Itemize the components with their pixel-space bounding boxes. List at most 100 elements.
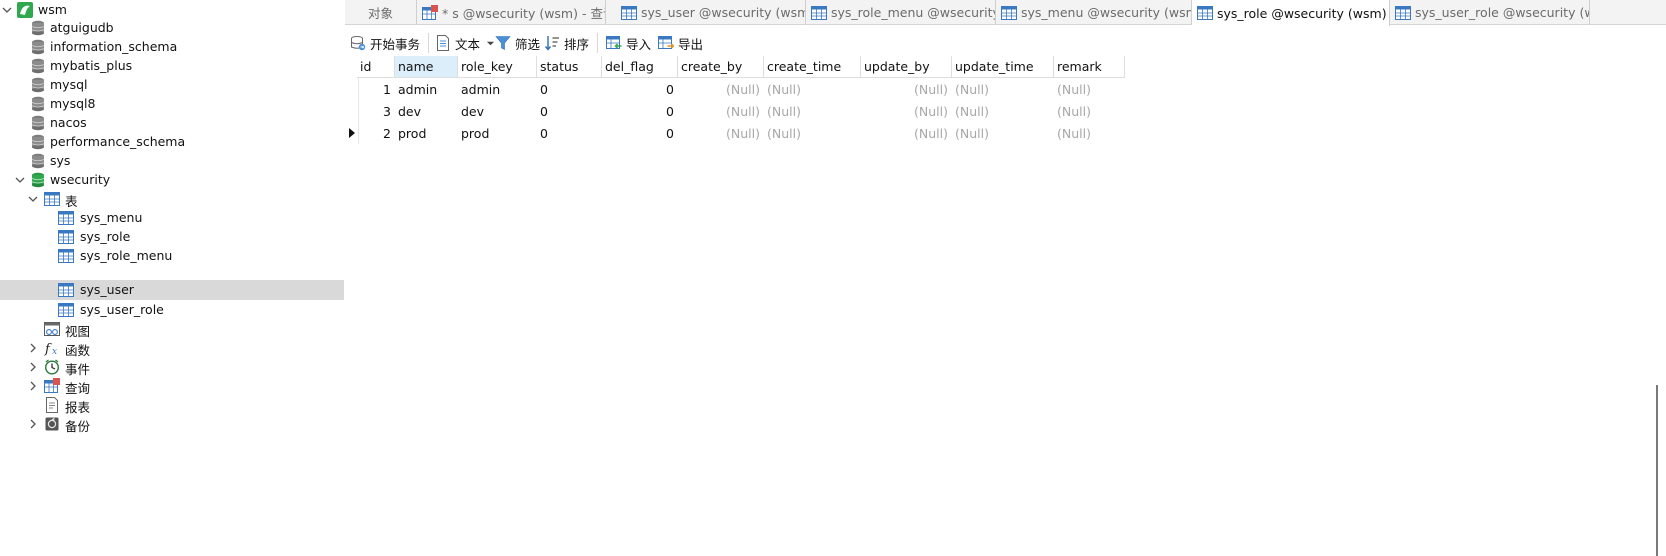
cell-id[interactable]: 1 [357, 78, 395, 100]
cell-status[interactable]: 0 [540, 100, 602, 122]
cell-update-time[interactable]: (Null) [955, 100, 1054, 122]
vertical-scrollbar[interactable] [1656, 385, 1658, 556]
cell-update-time[interactable]: (Null) [955, 122, 1054, 144]
tree-table-sys-role[interactable]: sys_role [0, 227, 344, 247]
chevron-down-icon[interactable] [28, 194, 38, 204]
cell-create-by[interactable]: (Null) [678, 78, 764, 100]
cell-remark[interactable]: (Null) [1057, 100, 1125, 122]
tree-db-mybatis-plus[interactable]: mybatis_plus [0, 56, 344, 76]
column-header-update-by[interactable]: update_by [861, 56, 952, 78]
cell-create-by[interactable]: (Null) [678, 122, 764, 144]
tree-db-performance-schema[interactable]: performance_schema [0, 132, 344, 152]
data-grid: id name role_key status del_flag create_… [345, 56, 1666, 556]
column-header-remark[interactable]: remark [1054, 56, 1125, 78]
column-header-role-key[interactable]: role_key [458, 56, 537, 78]
tree-table-sys-role-menu[interactable]: sys_role_menu [0, 246, 344, 266]
tree-table-sys-menu[interactable]: sys_menu [0, 208, 344, 228]
table-row[interactable]: 2 prod prod 0 0 (Null) (Null) (Null) (Nu… [345, 122, 1545, 144]
tab-sys-user-role[interactable]: sys_user_role @wsecurity (w... [1390, 0, 1590, 25]
tab-sys-user[interactable]: sys_user @wsecurity (wsm) ... [616, 0, 806, 25]
tree-folder-events[interactable]: 事件 [0, 357, 344, 377]
text-view-button[interactable]: 文本 [435, 31, 499, 55]
tree-label: sys_role_menu [80, 248, 173, 263]
tree-db-mysql8[interactable]: mysql8 [0, 94, 344, 114]
cell-status[interactable]: 0 [540, 122, 602, 144]
cell-del-flag[interactable]: 0 [602, 100, 678, 122]
column-header-create-time[interactable]: create_time [764, 56, 861, 78]
table-row[interactable]: 1 admin admin 0 0 (Null) (Null) (Null) (… [345, 78, 1545, 100]
object-tree: wsm atguigudb information_schema mybatis… [0, 0, 344, 556]
chevron-right-icon[interactable] [28, 419, 38, 429]
cell-update-by[interactable]: (Null) [861, 78, 952, 100]
import-button[interactable]: 导入 [606, 31, 651, 55]
tree-folder-queries[interactable]: 查询 [0, 376, 344, 396]
tab-objects[interactable]: 对象 [345, 0, 417, 25]
cell-del-flag[interactable]: 0 [602, 122, 678, 144]
tree-folder-functions[interactable]: fx 函数 [0, 338, 344, 358]
tree-db-wsecurity[interactable]: wsecurity [0, 170, 344, 190]
cell-create-time[interactable]: (Null) [767, 122, 861, 144]
cell-del-flag[interactable]: 0 [602, 78, 678, 100]
export-button[interactable]: 导出 [658, 31, 703, 55]
tree-label: sys_role [80, 229, 131, 244]
cell-name[interactable]: admin [398, 78, 458, 100]
cell-name[interactable]: prod [398, 122, 458, 144]
column-header-create-by[interactable]: create_by [678, 56, 764, 78]
table-icon [58, 229, 74, 245]
tree-folder-tables[interactable]: 表 [0, 189, 344, 209]
tree-folder-views[interactable]: 视图 [0, 319, 344, 339]
chevron-right-icon[interactable] [28, 362, 38, 372]
svg-text:x: x [52, 347, 57, 356]
cell-update-by[interactable]: (Null) [861, 100, 952, 122]
tree-connection-wsm[interactable]: wsm [0, 0, 344, 20]
filter-label: 筛选 [515, 36, 541, 52]
chevron-right-icon[interactable] [28, 343, 38, 353]
begin-transaction-button[interactable]: 开始事务 [350, 31, 420, 55]
cell-status[interactable]: 0 [540, 78, 602, 100]
tree-db-information-schema[interactable]: information_schema [0, 37, 344, 57]
tab-sys-role-menu[interactable]: sys_role_menu @wsecurity (... [806, 0, 996, 25]
column-header-del-flag[interactable]: del_flag [602, 56, 678, 78]
tree-label: sys_user_role [80, 302, 164, 317]
transaction-icon [351, 36, 366, 51]
table-row[interactable]: 3 dev dev 0 0 (Null) (Null) (Null) (Null… [345, 100, 1545, 122]
table-icon [811, 5, 827, 21]
cell-create-by[interactable]: (Null) [678, 100, 764, 122]
cell-create-time[interactable]: (Null) [767, 100, 861, 122]
tab-query[interactable]: * s @wsecurity (wsm) - 查询 [417, 0, 606, 25]
cell-update-by[interactable]: (Null) [861, 122, 952, 144]
cell-update-time[interactable]: (Null) [955, 78, 1054, 100]
cell-id[interactable]: 2 [357, 122, 395, 144]
cell-remark[interactable]: (Null) [1057, 122, 1125, 144]
sort-button[interactable]: 排序 [544, 31, 589, 55]
tree-table-sys-user-role[interactable]: sys_user_role [0, 300, 344, 320]
database-icon [30, 153, 46, 169]
tree-db-sys[interactable]: sys [0, 151, 344, 171]
tab-label: sys_role @wsecurity (wsm) -... [1217, 5, 1389, 21]
filter-button[interactable]: 筛选 [495, 31, 540, 55]
tree-folder-backups[interactable]: 备份 [0, 414, 344, 434]
filter-icon [495, 36, 511, 50]
tree-db-nacos[interactable]: nacos [0, 113, 344, 133]
tab-sys-menu[interactable]: sys_menu @wsecurity (wsm)... [996, 0, 1192, 25]
tree-db-atguigudb[interactable]: atguigudb [0, 18, 344, 38]
tab-sys-role[interactable]: sys_role @wsecurity (wsm) -... [1192, 0, 1390, 26]
column-header-name[interactable]: name [395, 56, 458, 78]
cell-role-key[interactable]: admin [461, 78, 537, 100]
chevron-right-icon[interactable] [28, 381, 38, 391]
column-header-update-time[interactable]: update_time [952, 56, 1054, 78]
chevron-down-icon[interactable] [2, 5, 12, 15]
column-header-status[interactable]: status [537, 56, 602, 78]
tree-folder-reports[interactable]: 报表 [0, 395, 344, 415]
cell-role-key[interactable]: dev [461, 100, 537, 122]
cell-role-key[interactable]: prod [461, 122, 537, 144]
cell-id[interactable]: 3 [357, 100, 395, 122]
database-icon [30, 134, 46, 150]
cell-create-time[interactable]: (Null) [767, 78, 861, 100]
tree-table-sys-user[interactable]: sys_user [0, 280, 344, 300]
tree-db-mysql[interactable]: mysql [0, 75, 344, 95]
cell-remark[interactable]: (Null) [1057, 78, 1125, 100]
cell-name[interactable]: dev [398, 100, 458, 122]
column-header-id[interactable]: id [357, 56, 395, 78]
chevron-down-icon[interactable] [15, 175, 25, 185]
